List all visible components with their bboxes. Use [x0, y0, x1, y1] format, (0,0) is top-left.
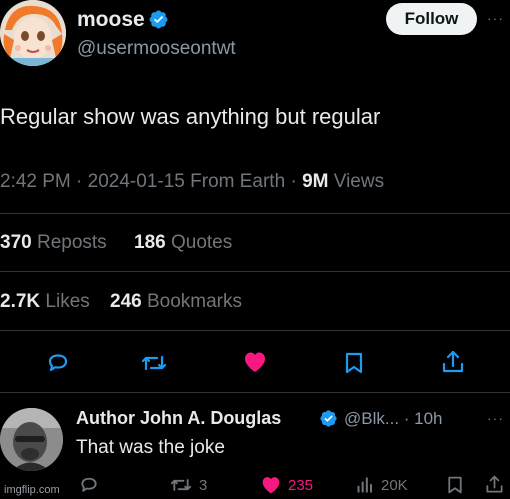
author-handle[interactable]: @usermooseontwt: [77, 38, 236, 60]
bookmark-icon: [345, 352, 363, 374]
likes-count: 2.7K: [0, 291, 41, 312]
views-count: 9M: [302, 171, 329, 192]
divider: [0, 213, 510, 214]
quotes-label: Quotes: [165, 232, 233, 253]
views-label: Views: [328, 171, 385, 192]
verified-badge-icon: [320, 410, 337, 427]
reply-views-button[interactable]: 20K: [355, 475, 408, 495]
quotes-stat[interactable]: 186 Quotes: [134, 232, 232, 254]
watermark: imgflip.com: [4, 484, 60, 496]
share-icon: [486, 475, 503, 493]
tweet-time[interactable]: 2:42 PM: [0, 171, 71, 192]
meta-separator: ·: [70, 171, 88, 192]
reposts-label: Reposts: [31, 232, 107, 253]
repost-button[interactable]: [140, 351, 168, 375]
bookmarks-stat[interactable]: 246 Bookmarks: [110, 291, 242, 313]
heart-filled-icon: [262, 477, 280, 494]
tweet-text: Regular show was anything but regular: [0, 104, 381, 129]
reply-icon: [48, 354, 68, 372]
reply-repost-count: 3: [199, 476, 208, 494]
reply-like-count: 235: [288, 476, 314, 494]
share-icon: [442, 350, 464, 373]
reposts-stat[interactable]: 370 Reposts: [0, 232, 107, 254]
tweet-location: From Earth: [184, 171, 286, 192]
reply-text: That was the joke: [76, 437, 225, 458]
divider: [0, 330, 510, 331]
divider: [0, 392, 510, 393]
tweet-meta: 2:42 PM · 2024-01-15 From Earth · 9M Vie…: [0, 171, 384, 193]
verified-badge-icon: [149, 10, 168, 29]
author-avatar[interactable]: [0, 0, 66, 66]
reply-button[interactable]: [46, 351, 70, 375]
reposts-count: 370: [0, 232, 32, 253]
reply-bookmark-button[interactable]: [446, 475, 464, 495]
share-button[interactable]: [441, 349, 465, 375]
heart-filled-icon: [245, 352, 265, 372]
repost-icon: [170, 479, 192, 491]
follow-button[interactable]: Follow: [386, 3, 477, 35]
reply-views-count: 20K: [381, 476, 408, 494]
more-options-icon[interactable]: ···: [487, 10, 504, 26]
reply-author-avatar[interactable]: [0, 408, 63, 471]
bookmarks-count: 246: [110, 291, 142, 312]
author-name[interactable]: moose: [77, 8, 145, 32]
analytics-icon: [357, 477, 372, 493]
reply-icon: [81, 477, 97, 492]
reply-repost-button[interactable]: 3: [169, 475, 207, 495]
like-button[interactable]: [242, 350, 268, 374]
bookmark-icon: [448, 476, 462, 494]
avatar-image: [0, 0, 66, 66]
meta-separator: ·: [285, 171, 303, 192]
reply-more-options-icon[interactable]: ···: [487, 410, 504, 426]
reply-like-button[interactable]: 235: [260, 475, 313, 495]
likes-stat[interactable]: 2.7K Likes: [0, 291, 90, 313]
quotes-count: 186: [134, 232, 166, 253]
reply-share-button[interactable]: [485, 474, 504, 495]
likes-label: Likes: [40, 291, 90, 312]
reply-reply-button[interactable]: [79, 475, 99, 495]
reply-author-handle[interactable]: @Blk... · 10h: [344, 409, 443, 429]
divider: [0, 271, 510, 272]
avatar-image: [0, 408, 63, 471]
bookmarks-label: Bookmarks: [141, 291, 243, 312]
repost-icon: [141, 355, 167, 371]
bookmark-button[interactable]: [343, 351, 365, 375]
reply-author-name[interactable]: Author John A. Douglas: [76, 408, 281, 429]
tweet-date[interactable]: 2024-01-15: [88, 171, 185, 192]
